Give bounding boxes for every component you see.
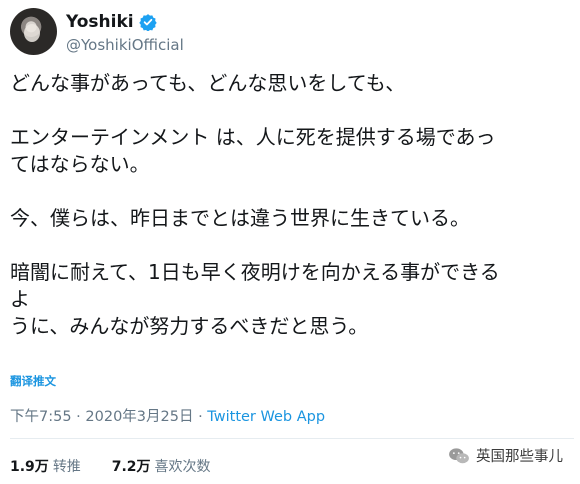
source-app-link[interactable]: Twitter Web App: [207, 409, 325, 425]
tweet-time[interactable]: 下午7:55: [10, 409, 72, 425]
tweet-line: エンターテインメント は、人に死を提供する場であっ: [10, 125, 496, 149]
display-name[interactable]: Yoshiki: [66, 12, 134, 32]
likes-label: 喜欢次数: [154, 459, 211, 475]
tweet-meta: 下午7:55 · 2020年3月25日 · Twitter Web App: [10, 405, 325, 426]
tweet-line: よ: [10, 287, 30, 311]
divider: [10, 438, 574, 439]
meta-separator: ·: [76, 409, 81, 425]
verified-badge-icon: [138, 14, 157, 31]
watermark: 英国那些事儿: [448, 445, 563, 466]
handle[interactable]: @YoshikiOfficial: [66, 36, 366, 54]
retweets-stat[interactable]: 1.9万 转推: [10, 459, 85, 475]
translate-tweet-link[interactable]: 翻译推文: [10, 373, 56, 389]
tweet-stats: 1.9万 转推 7.2万 喜欢次数: [10, 456, 211, 476]
tweet-line: どんな事があっても、どんな思いをしても、: [10, 71, 406, 95]
tweet-line: てはならない。: [10, 152, 150, 176]
tweet-line: 今、僕らは、昨日までとは違う世界に生きている。: [10, 206, 470, 230]
likes-count: 7.2万: [111, 459, 151, 475]
tweet-line: 暗闇に耐えて、1日も早く夜明けを向かえる事ができる: [10, 260, 500, 284]
retweets-label: 转推: [52, 459, 81, 475]
likes-stat[interactable]: 7.2万 喜欢次数: [112, 459, 211, 475]
meta-separator: ·: [198, 409, 203, 425]
author-info: Yoshiki @YoshikiOfficial: [66, 11, 366, 54]
name-row: Yoshiki: [66, 11, 366, 33]
retweets-count: 1.9万: [10, 459, 49, 475]
tweet-line: うに、みんなが努力するべきだと思う。: [10, 314, 369, 338]
tweet-date[interactable]: 2020年3月25日: [85, 409, 193, 425]
watermark-text: 英国那些事儿: [476, 449, 563, 465]
wechat-icon: [449, 447, 469, 463]
avatar[interactable]: [10, 8, 57, 55]
tweet-text: どんな事があっても、どんな思いをしても、 エンターテインメント は、人に死を提供…: [10, 70, 574, 340]
